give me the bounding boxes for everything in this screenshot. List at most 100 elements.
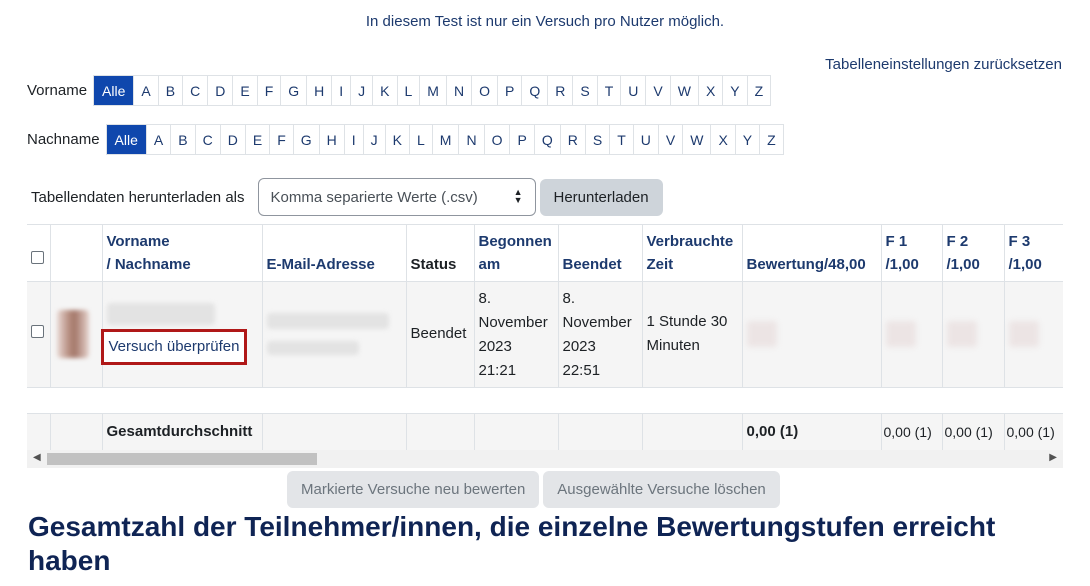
redacted-question-2-mark[interactable] <box>946 321 977 347</box>
email-header[interactable]: E-Mail-Adresse <box>261 225 406 282</box>
firstname-initial-z[interactable]: Z <box>746 76 771 105</box>
time-taken-line2: Minuten <box>646 337 700 354</box>
download-button[interactable]: Herunterladen <box>539 178 663 216</box>
finished-header[interactable]: Beendet <box>557 225 642 282</box>
firstname-initial-y[interactable]: Y <box>722 76 747 105</box>
firstname-initial-o[interactable]: O <box>471 76 497 105</box>
lastname-initial-w[interactable]: W <box>682 125 711 154</box>
name-header-lastname[interactable]: / Nachname <box>107 253 258 276</box>
name-header-firstname[interactable]: Vorname <box>107 230 258 253</box>
firstname-initial-q[interactable]: Q <box>521 76 548 105</box>
lastname-initial-d[interactable]: D <box>219 125 245 154</box>
firstname-initial-r[interactable]: R <box>547 76 573 105</box>
firstname-initial-g[interactable]: G <box>280 76 307 105</box>
firstname-initial-h[interactable]: H <box>306 76 332 105</box>
average-empty-cell <box>641 413 742 450</box>
regrade-selected-button[interactable]: Markierte Versuche neu bewerten <box>287 471 540 508</box>
avatar[interactable] <box>56 310 89 358</box>
lastname-initial-t[interactable]: T <box>609 125 633 154</box>
firstname-initial-all[interactable]: Alle <box>94 76 134 105</box>
picture-header <box>49 225 102 282</box>
lastname-initial-k[interactable]: K <box>384 125 409 154</box>
average-empty-cell <box>557 413 642 450</box>
select-arrows-icon: ▲ ▼ <box>513 187 523 205</box>
firstname-initial-c[interactable]: C <box>182 76 208 105</box>
lastname-initial-l[interactable]: L <box>409 125 432 154</box>
firstname-initial-s[interactable]: S <box>572 76 597 105</box>
redacted-grade[interactable] <box>746 321 777 347</box>
question-2-header[interactable]: F 2 /1,00 <box>941 225 1004 282</box>
email-cell <box>261 281 406 388</box>
firstname-initial-t[interactable]: T <box>596 76 621 105</box>
firstname-initial-b[interactable]: B <box>157 76 183 105</box>
lastname-initial-z[interactable]: Z <box>759 125 783 154</box>
firstname-initial-i[interactable]: I <box>331 76 351 105</box>
lastname-initial-n[interactable]: N <box>458 125 484 154</box>
firstname-initial-w[interactable]: W <box>669 76 698 105</box>
lastname-initial-all[interactable]: Alle <box>106 125 146 154</box>
overall-average-row: Gesamtdurchschnitt 0,00 (1) 0,00 (1) 0,0… <box>27 413 1063 450</box>
lastname-initial-p[interactable]: P <box>509 125 534 154</box>
time-header[interactable]: Verbrauchte Zeit <box>641 225 742 282</box>
lastname-initial-a[interactable]: A <box>145 125 171 154</box>
firstname-initial-e[interactable]: E <box>232 76 257 105</box>
scroll-right-arrow-icon[interactable]: ▶ <box>1049 452 1057 463</box>
lastname-initial-r[interactable]: R <box>559 125 585 154</box>
lastname-initial-j[interactable]: J <box>362 125 385 154</box>
grade-header[interactable]: Bewertung/48,00 <box>741 225 881 282</box>
firstname-initial-u[interactable]: U <box>620 76 646 105</box>
firstname-initial-l[interactable]: L <box>396 76 420 105</box>
name-header[interactable]: Vorname / Nachname <box>101 225 262 282</box>
lastname-initial-i[interactable]: I <box>343 125 363 154</box>
overall-average-label: Gesamtdurchschnitt <box>101 413 262 450</box>
download-format-select[interactable]: Komma separierte Werte (.csv) ▲ ▼ <box>257 178 536 216</box>
firstname-initial-p[interactable]: P <box>496 76 522 105</box>
firstname-initial-x[interactable]: X <box>697 76 723 105</box>
question-3-header[interactable]: F 3 /1,00 <box>1003 225 1063 282</box>
firstname-initial-a[interactable]: A <box>133 76 158 105</box>
lastname-initial-s[interactable]: S <box>584 125 610 154</box>
firstname-initial-v[interactable]: V <box>645 76 670 105</box>
redacted-email[interactable] <box>266 313 389 329</box>
lastname-initial-u[interactable]: U <box>632 125 658 154</box>
scroll-left-arrow-icon[interactable]: ◀ <box>33 452 41 463</box>
lastname-initial-c[interactable]: C <box>194 125 220 154</box>
average-empty-cell <box>473 413 558 450</box>
table-header-row: Vorname / Nachname E-Mail-Adresse Status… <box>27 225 1063 282</box>
lastname-initial-y[interactable]: Y <box>734 125 760 154</box>
lastname-initial-h[interactable]: H <box>318 125 344 154</box>
lastname-initial-v[interactable]: V <box>657 125 683 154</box>
lastname-initial-f[interactable]: F <box>269 125 293 154</box>
firstname-initial-d[interactable]: D <box>207 76 233 105</box>
delete-selected-button[interactable]: Ausgewählte Versuche löschen <box>543 471 780 508</box>
question-2-header-label: F 2 <box>946 232 969 250</box>
reset-table-preferences-link[interactable]: Tabelleneinstellungen zurücksetzen <box>825 56 1062 73</box>
firstname-initial-m[interactable]: M <box>419 76 446 105</box>
lastname-initial-x[interactable]: X <box>710 125 735 154</box>
firstname-initial-j[interactable]: J <box>350 76 373 105</box>
firstname-initial-n[interactable]: N <box>445 76 472 105</box>
finished-cell: 8. November 2023 22:51 <box>557 281 642 388</box>
bulk-actions: Markierte Versuche neu bewerten Ausgewäh… <box>287 471 784 508</box>
review-attempt-link[interactable]: Versuch überprüfen <box>100 329 248 365</box>
horizontal-scrollbar[interactable]: ◀ ▶ <box>27 450 1063 468</box>
row-select-checkbox[interactable] <box>31 325 44 338</box>
scrollbar-thumb[interactable] <box>47 453 317 465</box>
average-question-1: 0,00 (1) <box>880 413 942 450</box>
lastname-initial-g[interactable]: G <box>292 125 319 154</box>
lastname-initial-m[interactable]: M <box>431 125 459 154</box>
redacted-question-1-mark[interactable] <box>885 321 916 347</box>
redacted-question-3-mark[interactable] <box>1008 321 1039 347</box>
average-empty-cell <box>49 413 102 450</box>
lastname-initial-e[interactable]: E <box>244 125 270 154</box>
lastname-initial-o[interactable]: O <box>483 125 510 154</box>
lastname-initial-b[interactable]: B <box>170 125 195 154</box>
question-1-header[interactable]: F 1 /1,00 <box>880 225 942 282</box>
started-header[interactable]: Begonnen am <box>473 225 558 282</box>
attempts-table-container: Vorname / Nachname E-Mail-Adresse Status… <box>27 224 1063 450</box>
firstname-initial-f[interactable]: F <box>256 76 281 105</box>
lastname-initial-q[interactable]: Q <box>533 125 560 154</box>
firstname-initial-k[interactable]: K <box>372 76 397 105</box>
redacted-user-name[interactable] <box>106 303 215 325</box>
select-all-checkbox[interactable] <box>31 250 44 264</box>
